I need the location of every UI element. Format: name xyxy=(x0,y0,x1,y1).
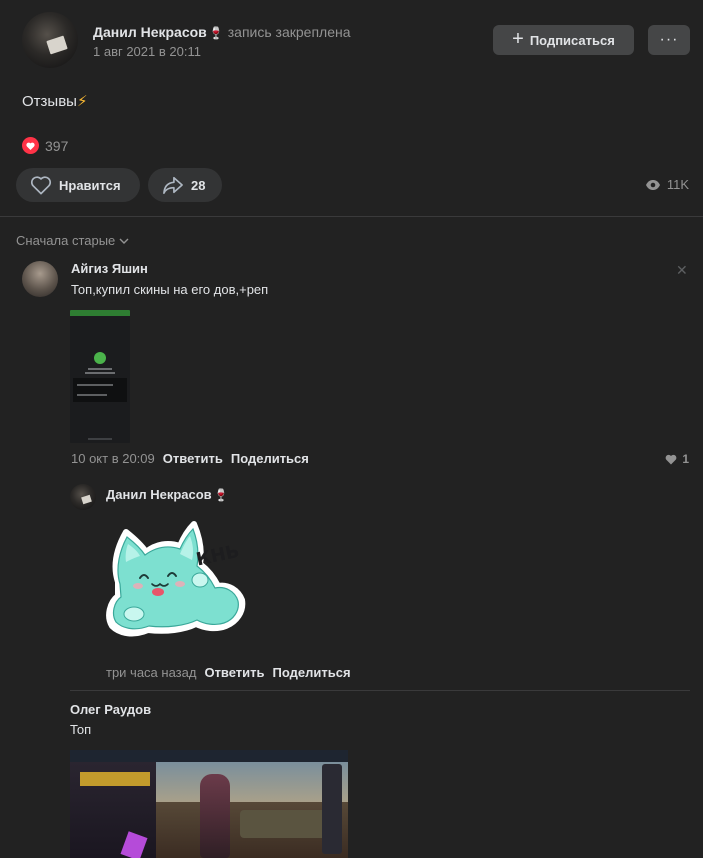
check-icon xyxy=(94,352,106,364)
pinned-label: запись закреплена xyxy=(227,24,351,40)
views-counter: 11K xyxy=(645,177,689,192)
post-text-body: Отзывы xyxy=(22,93,77,110)
comment-likes-count: 1 xyxy=(682,452,689,466)
close-icon[interactable]: ✕ xyxy=(676,262,688,279)
reactions-count: 397 xyxy=(45,137,69,154)
lightning-icon: ⚡ xyxy=(76,93,88,110)
comment-like-button[interactable]: 1 xyxy=(665,452,689,466)
post-date[interactable]: 1 авг 2021 в 20:11 xyxy=(93,44,201,59)
sticker-image[interactable]: КНЬ xyxy=(104,518,252,640)
divider xyxy=(70,690,690,691)
reply-button[interactable]: Ответить xyxy=(204,665,264,680)
share-link[interactable]: Поделиться xyxy=(231,451,309,466)
comment-author[interactable]: Олег Раудов xyxy=(70,702,151,717)
game-character xyxy=(200,774,230,858)
comment-attachment-image[interactable] xyxy=(70,750,348,858)
info-card xyxy=(73,378,127,402)
game-vehicle xyxy=(240,810,326,838)
comment-text: Топ,купил скины на его дов,+реп xyxy=(71,282,269,297)
comment-time[interactable]: 10 окт в 20:09 xyxy=(71,451,155,466)
subscribe-button[interactable]: + Подписаться xyxy=(493,25,634,55)
more-button[interactable]: ··· xyxy=(648,25,690,55)
game-banner xyxy=(80,772,150,786)
heart-icon xyxy=(665,454,677,464)
like-label: Нравится xyxy=(59,177,121,193)
comment-meta: три часа назад Ответить Поделиться xyxy=(106,665,351,680)
comment-meta: 10 окт в 20:09 Ответить Поделиться xyxy=(71,451,309,466)
author-name[interactable]: Данил Некрасов xyxy=(93,24,207,40)
comment-author-name[interactable]: Данил Некрасов xyxy=(106,487,212,502)
eye-icon xyxy=(645,179,660,190)
share-icon xyxy=(163,176,183,194)
share-count: 28 xyxy=(191,177,206,193)
text-line xyxy=(85,372,115,374)
status-bar xyxy=(70,310,130,316)
comment-avatar[interactable] xyxy=(70,484,96,510)
text-line xyxy=(88,438,112,440)
text-line xyxy=(77,384,113,386)
post-author: Данил Некрасов 🍷 запись закреплена xyxy=(93,24,351,40)
text-line xyxy=(77,394,107,396)
views-count: 11K xyxy=(666,177,689,192)
comment-author: Данил Некрасов 🍷 xyxy=(106,487,229,502)
sort-label: Сначала старые xyxy=(16,233,116,248)
post-header: Данил Некрасов 🍷 запись закреплена 1 авг 2… xyxy=(22,12,690,68)
reactions-summary[interactable]: 397 xyxy=(22,137,68,154)
game-background xyxy=(156,762,348,802)
like-button[interactable]: Нравится xyxy=(16,168,140,202)
reply-button[interactable]: Ответить xyxy=(163,451,223,466)
comment-text: Топ xyxy=(70,722,92,737)
comment-time[interactable]: три часа назад xyxy=(106,665,196,680)
game-side-panel xyxy=(322,764,342,854)
chevron-down-icon xyxy=(119,238,129,244)
comment-avatar[interactable] xyxy=(22,261,58,297)
wine-icon: 🍷 xyxy=(213,488,229,502)
comment-author[interactable]: Айгиз Яшин xyxy=(71,261,148,276)
divider xyxy=(0,216,703,217)
share-link[interactable]: Поделиться xyxy=(273,665,351,680)
text-line xyxy=(88,368,112,370)
comment-attachment-image[interactable] xyxy=(70,310,130,443)
heart-outline-icon xyxy=(30,176,52,195)
game-top-bar xyxy=(70,750,348,762)
post-text: Отзывы⚡ xyxy=(22,92,88,110)
author-avatar[interactable] xyxy=(22,12,78,68)
plus-icon: + xyxy=(512,28,524,50)
heart-icon xyxy=(22,137,39,154)
subscribe-label: Подписаться xyxy=(529,32,615,48)
comments-sort-dropdown[interactable]: Сначала старые xyxy=(16,233,129,248)
share-button[interactable]: 28 xyxy=(148,168,222,202)
wine-icon: 🍷 xyxy=(208,26,224,40)
